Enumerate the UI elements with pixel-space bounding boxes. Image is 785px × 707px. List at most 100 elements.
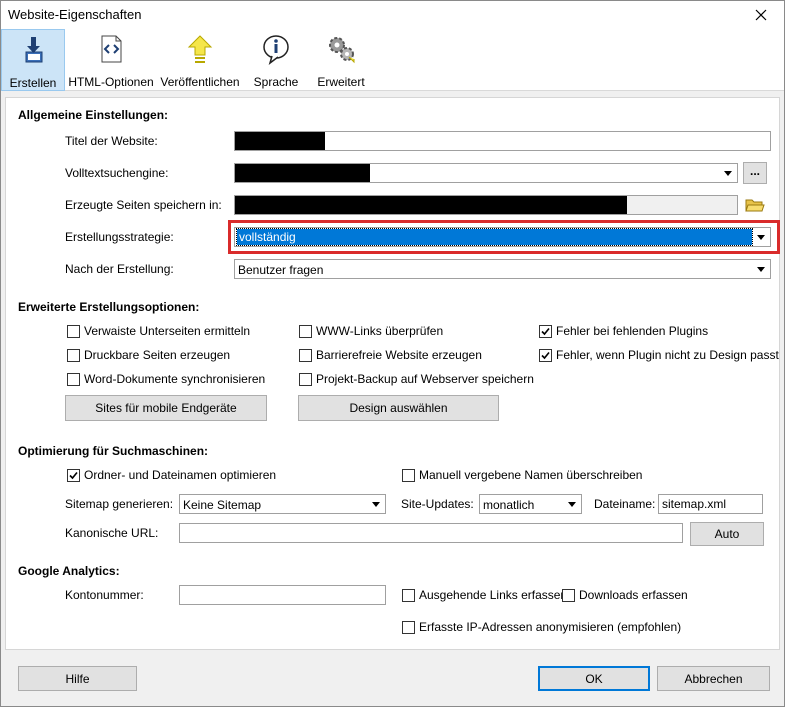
strategy-select[interactable]: vollständig [234,227,771,247]
missing-plugins-label: Fehler bei fehlenden Plugins [556,324,709,338]
browse-label: ... [749,164,760,178]
chevron-down-icon [564,496,580,512]
select-design-button-label: Design auswählen [349,401,448,415]
checkmark-icon [541,327,550,336]
close-icon [755,9,767,21]
dialog-window: Website-Eigenschaften Erstellen HTML-Opt… [0,0,785,707]
select-design-button[interactable]: Design auswählen [298,395,499,421]
redacted-block [235,132,325,150]
save-path-label: Erzeugte Seiten speichern in: [65,198,222,212]
account-number-input[interactable] [179,585,386,605]
close-button[interactable] [738,1,784,29]
tab-html-options[interactable]: HTML-Optionen [68,29,154,91]
mobile-sites-button[interactable]: Sites für mobile Endgeräte [65,395,267,421]
help-button[interactable]: Hilfe [18,666,137,691]
sitemap-select[interactable]: Keine Sitemap [179,494,386,514]
checkbox-backup[interactable] [299,373,312,386]
site-updates-label: Site-Updates: [401,497,474,511]
after-build-value: Benutzer fragen [238,263,324,277]
tab-erstellen[interactable]: Erstellen [1,29,65,91]
accessible-label: Barrierefreie Website erzeugen [316,348,482,362]
downloads-label: Downloads erfassen [579,588,688,602]
ok-button[interactable]: OK [538,666,650,691]
outgoing-links-label: Ausgehende Links erfassen [419,588,568,602]
open-folder-button[interactable] [743,194,767,216]
checkbox-www-links[interactable] [299,325,312,338]
toolbar: Erstellen HTML-Optionen Veröffentlichen [1,29,784,91]
checkbox-accessible[interactable] [299,349,312,362]
auto-button[interactable]: Auto [690,522,764,546]
content-panel: Allgemeine Einstellungen: Titel der Webs… [5,97,780,650]
canonical-url-label: Kanonische URL: [65,526,159,540]
printable-pages-label: Druckbare Seiten erzeugen [84,348,231,362]
help-button-label: Hilfe [65,671,90,686]
orphan-pages-label: Verwaiste Unterseiten ermitteln [84,324,251,338]
after-build-label: Nach der Erstellung: [65,262,174,276]
tab-publish[interactable]: Veröffentlichen [158,29,242,91]
tab-advanced-label: Erweitert [317,75,365,89]
tab-language-label: Sprache [253,75,299,89]
ok-button-label: OK [585,671,603,686]
chevron-down-icon [753,261,769,277]
override-names-label: Manuell vergebene Namen überschreiben [419,468,643,482]
checkbox-optimize-names[interactable] [67,469,80,482]
tab-advanced[interactable]: Erweitert [311,29,371,91]
checkbox-orphan-pages[interactable] [67,325,80,338]
site-updates-select[interactable]: monatlich [479,494,582,514]
strategy-value: vollständig [236,228,753,246]
redacted-block [235,196,627,214]
account-number-label: Kontonummer: [65,588,144,602]
site-updates-value: monatlich [483,498,535,512]
checkbox-missing-plugins[interactable] [539,325,552,338]
redacted-block [235,164,370,182]
www-links-label: WWW-Links überprüfen [316,324,444,338]
window-title: Website-Eigenschaften [8,7,142,22]
tab-language[interactable]: Sprache [249,29,303,91]
tab-html-options-label: HTML-Optionen [68,75,154,89]
search-engine-select[interactable] [234,163,738,183]
checkbox-plugin-design[interactable] [539,349,552,362]
checkbox-word-sync[interactable] [67,373,80,386]
filename-label: Dateiname: [594,497,656,511]
checkbox-downloads[interactable] [562,589,575,602]
site-title-label: Titel der Website: [65,134,158,148]
checkmark-icon [541,351,550,360]
optimize-names-label: Ordner- und Dateinamen optimieren [84,468,277,482]
checkbox-outgoing-links[interactable] [402,589,415,602]
site-title-input[interactable] [234,131,771,151]
info-speech-bubble-icon [263,35,289,65]
strategy-label: Erstellungsstrategie: [65,230,174,244]
canonical-url-input[interactable] [179,523,683,543]
tab-publish-label: Veröffentlichen [160,75,240,89]
auto-button-label: Auto [714,527,740,541]
filename-value: sitemap.xml [662,497,727,511]
word-sync-label: Word-Dokumente synchronisieren [84,372,266,386]
analytics-section-title: Google Analytics: [18,564,120,578]
save-path-input[interactable] [234,195,738,215]
checkbox-printable-pages[interactable] [67,349,80,362]
mobile-sites-button-label: Sites für mobile Endgeräte [95,401,237,415]
extended-section-title: Erweiterte Erstellungsoptionen: [18,300,200,314]
folder-open-icon [745,199,765,212]
backup-label: Projekt-Backup auf Webserver speichern [316,372,534,386]
filename-input[interactable]: sitemap.xml [658,494,763,514]
chevron-down-icon [753,229,769,245]
browse-search-engine-button[interactable]: ... [743,162,767,184]
chevron-down-icon [720,165,736,181]
search-engine-label: Volltextsuchengine: [65,166,169,180]
seo-section-title: Optimierung für Suchmaschinen: [18,444,209,458]
general-section-title: Allgemeine Einstellungen: [18,108,169,122]
plugin-design-label: Fehler, wenn Plugin nicht zu Design pass… [556,348,779,362]
code-document-icon [101,35,122,63]
checkbox-override-names[interactable] [402,469,415,482]
cancel-button[interactable]: Abbrechen [657,666,770,691]
gears-icon [329,37,355,64]
tab-erstellen-label: Erstellen [9,76,57,90]
checkbox-anonymize-ip[interactable] [402,621,415,634]
sitemap-value: Keine Sitemap [183,498,262,512]
checkmark-icon [69,471,78,480]
anonymize-ip-label: Erfasste IP-Adressen anonymisieren (empf… [419,620,682,634]
after-build-select[interactable]: Benutzer fragen [234,259,771,279]
download-page-icon [25,37,43,63]
cancel-button-label: Abbrechen [684,671,743,686]
